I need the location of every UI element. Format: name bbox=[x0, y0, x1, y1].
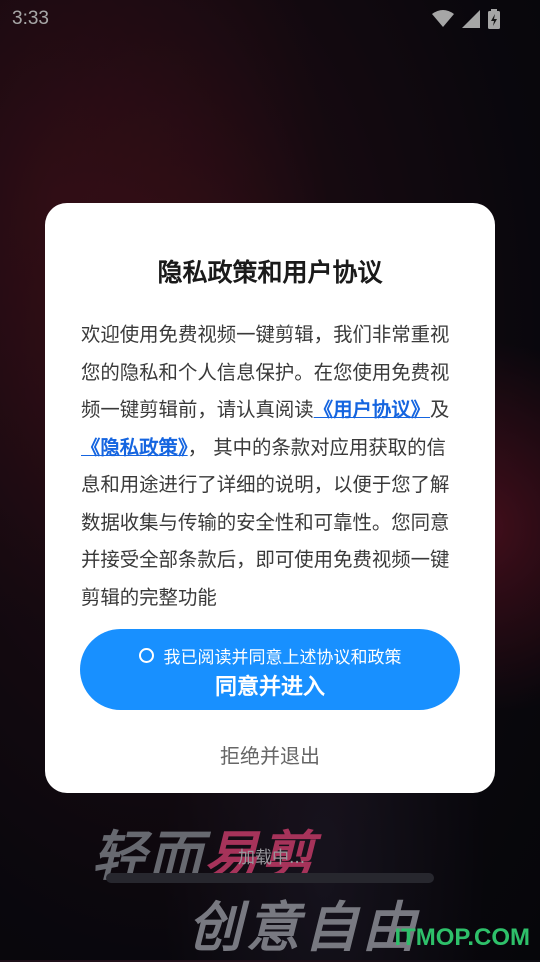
agree-checkbox-row[interactable]: 我已阅读并同意上述协议和政策 bbox=[80, 643, 460, 668]
watermark: ITMOP.COM bbox=[394, 924, 530, 951]
user-agreement-link[interactable]: 《用户协议》 bbox=[314, 398, 430, 421]
radio-icon[interactable] bbox=[138, 648, 154, 663]
privacy-policy-link[interactable]: 《隐私政策》 bbox=[81, 436, 188, 459]
agree-button-label: 同意并进入 bbox=[214, 675, 325, 700]
privacy-dialog: 隐私政策和用户协议 欢迎使用免费视频一键剪辑，我们非常重视您的隐私和个人信息保护… bbox=[45, 203, 495, 793]
agree-button[interactable]: 我已阅读并同意上述协议和政策 同意并进入 bbox=[80, 629, 460, 710]
body-text-2: ， 其中的条款对应用获取的信息和用途进行了详细的说明，以便于您了解数据收集与传输… bbox=[81, 435, 450, 609]
dialog-body: 欢迎使用免费视频一键剪辑，我们非常重视您的隐私和个人信息保护。在您使用免费视频一… bbox=[81, 316, 459, 616]
agree-checkbox-label: 我已阅读并同意上述协议和政策 bbox=[163, 648, 402, 668]
dialog-title: 隐私政策和用户协议 bbox=[157, 258, 383, 287]
reject-button[interactable]: 拒绝并退出 bbox=[45, 740, 495, 769]
body-text-and: 及 bbox=[430, 398, 450, 421]
